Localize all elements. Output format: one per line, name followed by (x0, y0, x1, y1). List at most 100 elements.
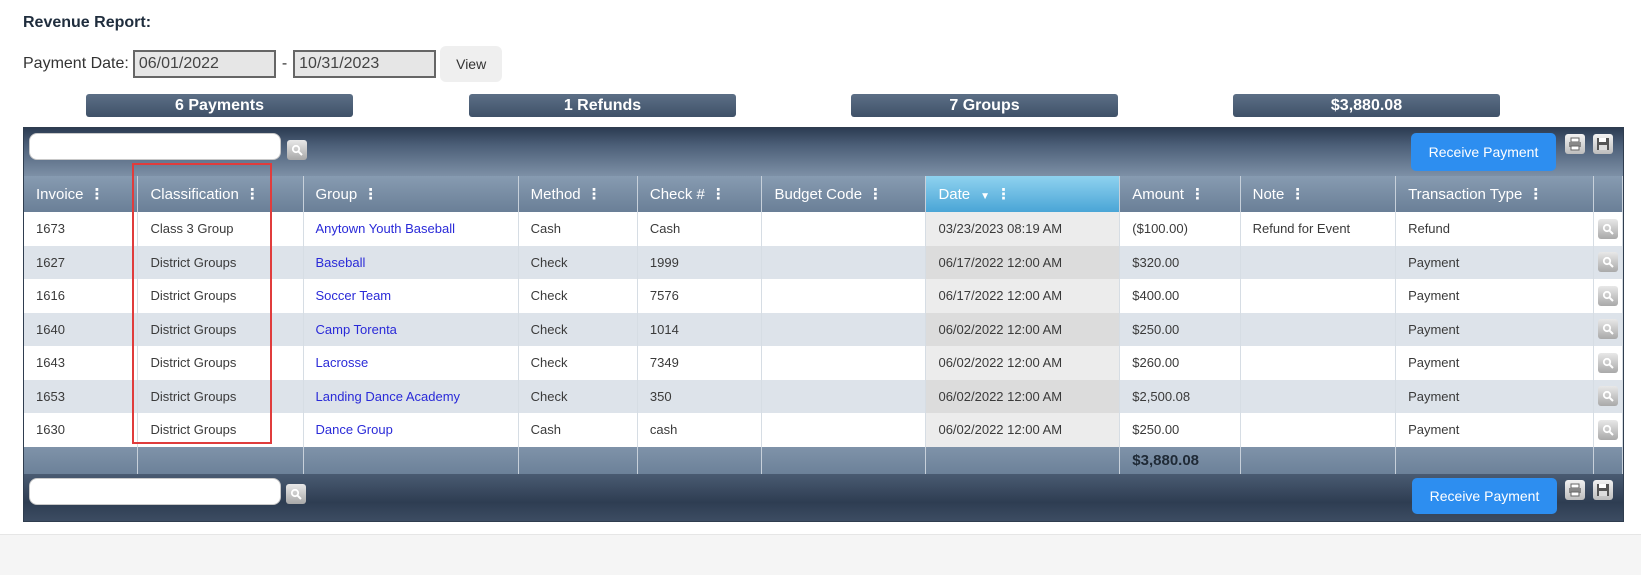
table-row[interactable]: 1630 District Groups Dance Group Cash cash 06… (24, 413, 1623, 447)
floppy-disk-icon[interactable] (1593, 479, 1613, 500)
cell-group[interactable]: Landing Dance Academy (303, 379, 519, 413)
search-icon[interactable] (1598, 352, 1619, 373)
cell-note (1240, 413, 1397, 447)
column-header-classification[interactable]: Classification ⋮ (137, 176, 304, 212)
cell-date: 06/17/2022 12:00 AM (925, 279, 1121, 313)
column-header-check[interactable]: Check # ⋮ (637, 176, 763, 212)
row-action-cell (1593, 346, 1623, 380)
payment-date-label: Payment Date: (23, 55, 129, 72)
report-title: Revenue Report: (23, 14, 152, 31)
cell-type: Payment (1395, 379, 1595, 413)
printer-icon[interactable] (1565, 134, 1585, 154)
grid-search-input[interactable] (29, 133, 281, 160)
search-icon[interactable] (1598, 419, 1619, 440)
table-header-row: Invoice ⋮ Classification ⋮ Group ⋮ Method ⋮ … (24, 176, 1623, 212)
column-header-amount[interactable]: Amount ⋮ (1119, 176, 1241, 212)
kebab-menu-icon[interactable]: ⋮ (1190, 186, 1205, 203)
cell-date: 06/17/2022 12:00 AM (925, 245, 1121, 279)
column-header-invoice[interactable]: Invoice ⋮ (24, 176, 139, 212)
cell-note (1240, 379, 1397, 413)
search-icon[interactable] (1598, 285, 1619, 306)
search-icon[interactable] (1598, 218, 1619, 239)
cell-check: cash (637, 413, 763, 447)
cell-method: Cash (518, 413, 638, 447)
column-header-budget-code[interactable]: Budget Code ⋮ (761, 176, 927, 212)
kebab-menu-icon[interactable]: ⋮ (90, 186, 105, 203)
cell-group[interactable]: Soccer Team (303, 279, 519, 313)
date-filter-row: Payment Date: 06/01/2022 - 10/31/2023 Vi… (23, 46, 503, 82)
refunds-count-badge: 1 Refunds (469, 94, 736, 117)
table-row[interactable]: 1616 District Groups Soccer Team Check 7576 0… (24, 279, 1623, 313)
cell-budget-code (761, 346, 927, 380)
cell-invoice: 1653 (24, 379, 139, 413)
search-icon[interactable] (1598, 386, 1619, 407)
kebab-menu-icon[interactable]: ⋮ (996, 186, 1011, 203)
cell-group[interactable]: Anytown Youth Baseball (303, 212, 519, 246)
kebab-menu-icon[interactable]: ⋮ (1528, 186, 1543, 203)
row-action-cell (1593, 413, 1623, 447)
cell-date: 06/02/2022 12:00 AM (925, 346, 1121, 380)
kebab-menu-icon[interactable]: ⋮ (363, 186, 378, 203)
cell-type: Payment (1395, 279, 1595, 313)
cell-invoice: 1640 (24, 312, 139, 346)
kebab-menu-icon[interactable]: ⋮ (587, 186, 602, 203)
cell-group[interactable]: Dance Group (303, 413, 519, 447)
cell-type: Payment (1395, 245, 1595, 279)
receive-payment-button[interactable]: Receive Payment (1411, 133, 1556, 171)
column-header-date[interactable]: Date ▼ ⋮ (925, 176, 1121, 212)
row-action-cell (1593, 212, 1623, 246)
row-action-cell (1593, 245, 1623, 279)
row-action-cell (1593, 379, 1623, 413)
table-row[interactable]: 1673 Class 3 Group Anytown Youth Baseball C… (24, 212, 1623, 246)
receive-payment-button-bottom[interactable]: Receive Payment (1412, 477, 1557, 514)
cell-group[interactable]: Camp Torenta (303, 312, 519, 346)
search-icon[interactable] (286, 483, 306, 504)
cell-check: 7349 (637, 346, 763, 380)
cell-type: Refund (1395, 212, 1595, 246)
column-header-transaction-type[interactable]: Transaction Type ⋮ (1395, 176, 1595, 212)
cell-type: Payment (1395, 413, 1595, 447)
kebab-menu-icon[interactable]: ⋮ (1290, 186, 1305, 203)
table-row[interactable]: 1627 District Groups Baseball Check 1999 06/1… (24, 245, 1623, 279)
cell-method: Check (518, 379, 638, 413)
cell-classification: Class 3 Group (137, 212, 304, 246)
table-row[interactable]: 1643 District Groups Lacrosse Check 7349 06/0… (24, 346, 1623, 380)
search-icon[interactable] (1598, 252, 1619, 273)
cell-classification: District Groups (137, 312, 304, 346)
column-header-group[interactable]: Group ⋮ (303, 176, 519, 212)
cell-type: Payment (1395, 346, 1595, 380)
cell-budget-code (761, 312, 927, 346)
kebab-menu-icon[interactable]: ⋮ (245, 186, 260, 203)
grid-search-input-bottom[interactable] (29, 477, 281, 505)
cell-amount: $320.00 (1119, 245, 1241, 279)
kebab-menu-icon[interactable]: ⋮ (711, 186, 726, 203)
sort-descending-icon: ▼ (980, 191, 991, 202)
kebab-menu-icon[interactable]: ⋮ (868, 186, 883, 203)
table-row[interactable]: 1640 District Groups Camp Torenta Check 1014… (24, 312, 1623, 346)
cell-date: 06/02/2022 12:00 AM (925, 312, 1121, 346)
revenue-table: Invoice ⋮ Classification ⋮ Group ⋮ Method ⋮ … (24, 176, 1623, 474)
table-row[interactable]: 1653 District Groups Landing Dance Academy… (24, 379, 1623, 413)
payments-count-badge: 6 Payments (86, 94, 353, 117)
search-icon[interactable] (287, 140, 307, 160)
cell-budget-code (761, 413, 927, 447)
cell-invoice: 1627 (24, 245, 139, 279)
search-icon[interactable] (1598, 319, 1619, 340)
column-header-note[interactable]: Note ⋮ (1240, 176, 1397, 212)
cell-budget-code (761, 279, 927, 313)
page-footer-strip (0, 534, 1641, 575)
view-button[interactable]: View (440, 46, 503, 82)
cell-group[interactable]: Lacrosse (303, 346, 519, 380)
cell-amount: ($100.00) (1119, 212, 1241, 246)
printer-icon[interactable] (1565, 479, 1585, 500)
date-from-input[interactable]: 06/01/2022 (132, 50, 276, 78)
cell-amount: $250.00 (1119, 413, 1241, 447)
column-header-method[interactable]: Method ⋮ (518, 176, 638, 212)
cell-check: Cash (637, 212, 763, 246)
cell-classification: District Groups (137, 413, 304, 447)
cell-note (1240, 346, 1397, 380)
floppy-disk-icon[interactable] (1593, 134, 1613, 154)
date-to-input[interactable]: 10/31/2023 (293, 50, 437, 78)
cell-group[interactable]: Baseball (303, 245, 519, 279)
cell-budget-code (761, 212, 927, 246)
